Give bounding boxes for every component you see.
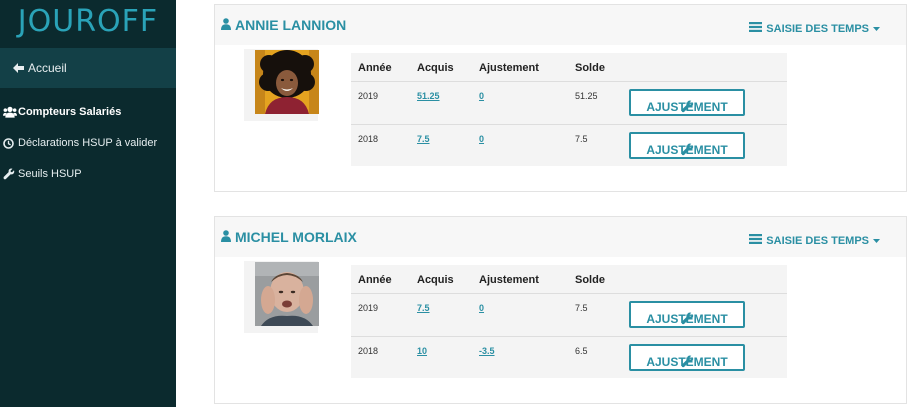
sidebar-item-label: Compteurs Salariés	[18, 106, 122, 118]
table-row: 2018 7.5 0 7.5 AJUSTEMENT	[351, 124, 787, 167]
caret-down-icon	[873, 23, 880, 35]
wrench-icon	[3, 162, 17, 186]
employee-name-label: ANNIE LANNION	[235, 17, 347, 33]
column-header-acquis: Acquis	[417, 62, 454, 74]
saisie-des-temps-dropdown[interactable]: SAISIE DES TEMPS	[749, 234, 880, 247]
clock-icon	[3, 131, 17, 155]
avatar-frame	[244, 261, 319, 333]
cell-annee: 2018	[358, 346, 379, 356]
acquis-link[interactable]: 10	[417, 346, 427, 356]
ajustement-link[interactable]: 0	[479, 91, 484, 101]
sidebar: JOUROFF Accueil Compteurs Salariés Décla…	[0, 0, 176, 407]
avatar-frame	[244, 49, 319, 121]
cell-annee: 2019	[358, 303, 379, 313]
counters-table: Année Acquis Ajustement Solde 2019 7.5 0…	[351, 265, 787, 378]
employee-name: ANNIE LANNION	[221, 17, 346, 33]
acquis-link[interactable]: 7.5	[417, 134, 430, 144]
ajustement-button-label: AJUSTEMENT	[646, 355, 728, 369]
arrow-left-icon	[12, 48, 25, 104]
saisie-des-temps-dropdown[interactable]: SAISIE DES TEMPS	[749, 22, 880, 35]
column-header-ajustement: Ajustement	[479, 62, 539, 74]
employee-name-label: MICHEL MORLAIX	[235, 229, 357, 245]
column-header-ajustement: Ajustement	[479, 274, 539, 286]
table-header: Année Acquis Ajustement Solde	[351, 265, 787, 293]
acquis-link[interactable]: 7.5	[417, 303, 430, 313]
sidebar-item-seuils-hsup[interactable]: Seuils HSUP	[0, 162, 176, 186]
cell-annee: 2018	[358, 134, 379, 144]
user-icon	[221, 17, 231, 33]
employee-panel: ANNIE LANNION SAISIE DES TEMPS Année Acq…	[214, 4, 907, 192]
cell-annee: 2019	[358, 91, 379, 101]
sidebar-item-compteurs-salaries[interactable]: Compteurs Salariés	[0, 100, 176, 124]
sidebar-item-label: Accueil	[28, 61, 67, 75]
sidebar-item-accueil[interactable]: Accueil	[0, 48, 176, 88]
list-icon	[749, 22, 763, 35]
cell-solde: 6.5	[575, 346, 588, 356]
ajustement-link[interactable]: 0	[479, 134, 484, 144]
sidebar-item-declarations-hsup[interactable]: Déclarations HSUP à valider	[0, 131, 176, 155]
ajustement-button-label: AJUSTEMENT	[646, 143, 728, 157]
saisie-label: SAISIE DES TEMPS	[766, 22, 869, 35]
sidebar-item-label: Seuils HSUP	[18, 168, 82, 180]
avatar	[255, 50, 319, 114]
column-header-annee: Année	[358, 62, 392, 74]
avatar	[255, 262, 319, 326]
panel-header: ANNIE LANNION SAISIE DES TEMPS	[215, 5, 906, 45]
employee-name: MICHEL MORLAIX	[221, 229, 357, 245]
table-row: 2019 7.5 0 7.5 AJUSTEMENT	[351, 293, 787, 336]
table-header: Année Acquis Ajustement Solde	[351, 53, 787, 81]
column-header-annee: Année	[358, 274, 392, 286]
column-header-acquis: Acquis	[417, 274, 454, 286]
table-row: 2019 51.25 0 51.25 AJUSTEMENT	[351, 81, 787, 124]
ajustement-link[interactable]: -3.5	[479, 346, 495, 356]
counters-table: Année Acquis Ajustement Solde 2019 51.25…	[351, 53, 787, 166]
caret-down-icon	[873, 235, 880, 247]
saisie-label: SAISIE DES TEMPS	[766, 234, 869, 247]
sidebar-item-label: Déclarations HSUP à valider	[18, 137, 158, 149]
acquis-link[interactable]: 51.25	[417, 91, 440, 101]
app-logo[interactable]: JOUROFF	[0, 0, 176, 46]
column-header-solde: Solde	[575, 62, 605, 74]
ajustement-button[interactable]: AJUSTEMENT	[629, 132, 745, 159]
cell-solde: 51.25	[575, 91, 598, 101]
ajustement-button-label: AJUSTEMENT	[646, 100, 728, 114]
list-icon	[749, 234, 763, 247]
employee-panel: MICHEL MORLAIX SAISIE DES TEMPS Année Ac…	[214, 216, 907, 404]
ajustement-button-label: AJUSTEMENT	[646, 312, 728, 326]
users-icon	[3, 100, 17, 124]
user-icon	[221, 229, 231, 245]
ajustement-button[interactable]: AJUSTEMENT	[629, 89, 745, 116]
cell-solde: 7.5	[575, 303, 588, 313]
panel-header: MICHEL MORLAIX SAISIE DES TEMPS	[215, 217, 906, 257]
column-header-solde: Solde	[575, 274, 605, 286]
table-row: 2018 10 -3.5 6.5 AJUSTEMENT	[351, 336, 787, 379]
ajustement-button[interactable]: AJUSTEMENT	[629, 344, 745, 371]
ajustement-link[interactable]: 0	[479, 303, 484, 313]
ajustement-button[interactable]: AJUSTEMENT	[629, 301, 745, 328]
cell-solde: 7.5	[575, 134, 588, 144]
